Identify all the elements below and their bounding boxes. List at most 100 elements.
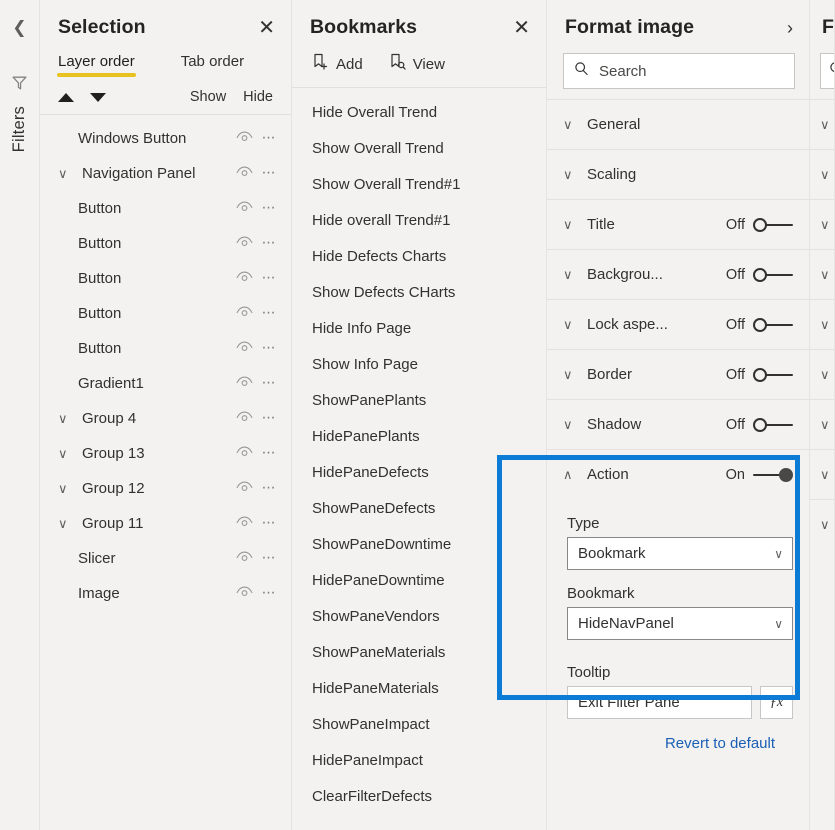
more-options-icon[interactable]: ⋯ [262,480,277,498]
visibility-eye-icon[interactable] [236,550,253,568]
fields-row[interactable]: ∨ [810,499,834,549]
chevron-right-icon[interactable]: › [787,19,793,37]
layer-row[interactable]: ∨ Navigation Panel ⋯ [40,156,291,191]
more-options-icon[interactable]: ⋯ [262,305,277,323]
visibility-eye-icon[interactable] [236,235,253,253]
layer-row[interactable]: Button ⋯ [40,331,291,366]
layer-row[interactable]: Slicer ⋯ [40,541,291,576]
bookmark-list-item[interactable]: Hide Defects Charts [292,238,546,274]
show-all-button[interactable]: Show [190,89,226,105]
bookmark-list-item[interactable]: HidePaneDowntime [292,562,546,598]
bookmark-list-item[interactable]: Hide overall Trend#1 [292,202,546,238]
search-input[interactable] [599,62,784,80]
move-up-button[interactable] [58,92,74,102]
fields-row[interactable]: ∨ [810,99,834,149]
more-options-icon[interactable]: ⋯ [262,165,277,183]
visibility-eye-icon[interactable] [236,480,253,498]
chevron-down-icon[interactable]: ∨ [58,481,78,497]
more-options-icon[interactable]: ⋯ [262,270,277,288]
visibility-eye-icon[interactable] [236,375,253,393]
layer-row[interactable]: ∨ Group 13 ⋯ [40,436,291,471]
section-toggle[interactable] [753,417,793,433]
action-type-dropdown[interactable]: Bookmark ∨ [567,537,793,570]
fields-row[interactable]: ∨ [810,299,834,349]
more-options-icon[interactable]: ⋯ [262,200,277,218]
format-section-row[interactable]: ∨ Shadow Off [547,399,809,449]
fields-search-box[interactable] [820,53,834,89]
layer-row[interactable]: Button ⋯ [40,261,291,296]
bookmark-list-item[interactable]: Show Defects CHarts [292,274,546,310]
layer-row[interactable]: Gradient1 ⋯ [40,366,291,401]
hide-all-button[interactable]: Hide [243,89,273,105]
tooltip-input-wrapper[interactable] [567,686,752,719]
visibility-eye-icon[interactable] [236,200,253,218]
layer-row[interactable]: Windows Button ⋯ [40,121,291,156]
format-section-row[interactable]: ∨ Scaling [547,149,809,199]
tab-tab-order[interactable]: Tab order [181,53,244,77]
more-options-icon[interactable]: ⋯ [262,375,277,393]
layer-row[interactable]: ∨ Group 11 ⋯ [40,506,291,541]
format-section-row[interactable]: ∨ Lock aspe... Off [547,299,809,349]
fx-button[interactable]: ƒx [760,686,793,719]
action-toggle[interactable] [753,467,793,483]
visibility-eye-icon[interactable] [236,305,253,323]
visibility-eye-icon[interactable] [236,340,253,358]
more-options-icon[interactable]: ⋯ [262,550,277,568]
close-icon[interactable]: ✕ [513,18,530,38]
visibility-eye-icon[interactable] [236,445,253,463]
add-bookmark-button[interactable]: Add [312,53,363,75]
chevron-left-icon[interactable]: ❮ [12,19,26,36]
move-down-button[interactable] [90,92,106,102]
fields-row[interactable]: ∨ [810,149,834,199]
visibility-eye-icon[interactable] [236,270,253,288]
bookmark-list-item[interactable]: Show Overall Trend#1 [292,166,546,202]
fields-row[interactable]: ∨ [810,449,834,499]
bookmark-list-item[interactable]: ShowPaneDefects [292,490,546,526]
layer-row[interactable]: Button ⋯ [40,226,291,261]
bookmark-list-item[interactable]: ShowPaneMaterials [292,634,546,670]
visibility-eye-icon[interactable] [236,130,253,148]
visibility-eye-icon[interactable] [236,410,253,428]
bookmark-list-item[interactable]: ShowPaneVendors [292,598,546,634]
bookmark-list-item[interactable]: HidePaneMaterials [292,670,546,706]
format-section-row[interactable]: ∨ Border Off [547,349,809,399]
format-section-action[interactable]: ∧ Action On [547,449,809,499]
more-options-icon[interactable]: ⋯ [262,515,277,533]
more-options-icon[interactable]: ⋯ [262,235,277,253]
bookmark-list-item[interactable]: ShowPaneDowntime [292,526,546,562]
fields-row[interactable]: ∨ [810,399,834,449]
chevron-down-icon[interactable]: ∨ [58,516,78,532]
bookmark-list-item[interactable]: HidePaneDefects [292,454,546,490]
format-search-box[interactable] [563,53,795,89]
more-options-icon[interactable]: ⋯ [262,585,277,603]
section-toggle[interactable] [753,267,793,283]
layer-row[interactable]: Image ⋯ [40,576,291,611]
layer-row[interactable]: ∨ Group 4 ⋯ [40,401,291,436]
visibility-eye-icon[interactable] [236,515,253,533]
bookmark-list-item[interactable]: HidePanePlants [292,418,546,454]
revert-to-default-link[interactable]: Revert to default [665,735,775,752]
bookmark-list-item[interactable]: Hide Info Page [292,310,546,346]
more-options-icon[interactable]: ⋯ [262,410,277,428]
bookmark-list-item[interactable]: ShowPaneImpact [292,706,546,742]
bookmark-list-item[interactable]: Show Info Page [292,346,546,382]
close-icon[interactable]: ✕ [258,18,275,38]
tab-layer-order[interactable]: Layer order [57,53,136,77]
chevron-down-icon[interactable]: ∨ [58,166,78,182]
section-toggle[interactable] [753,367,793,383]
section-toggle[interactable] [753,217,793,233]
tooltip-input[interactable] [578,694,741,711]
bookmark-list-item[interactable]: Hide Overall Trend [292,94,546,130]
funnel-icon[interactable] [11,74,28,96]
bookmark-list-item[interactable]: HidePaneImpact [292,742,546,778]
visibility-eye-icon[interactable] [236,165,253,183]
layer-row[interactable]: ∨ Group 12 ⋯ [40,471,291,506]
bookmark-list-item[interactable]: ShowPanePlants [292,382,546,418]
bookmark-list-item[interactable]: Show Overall Trend [292,130,546,166]
view-bookmark-button[interactable]: View [389,53,445,75]
more-options-icon[interactable]: ⋯ [262,445,277,463]
fields-row[interactable]: ∨ [810,249,834,299]
action-bookmark-dropdown[interactable]: HideNavPanel ∨ [567,607,793,640]
layer-row[interactable]: Button ⋯ [40,191,291,226]
format-section-row[interactable]: ∨ General [547,99,809,149]
